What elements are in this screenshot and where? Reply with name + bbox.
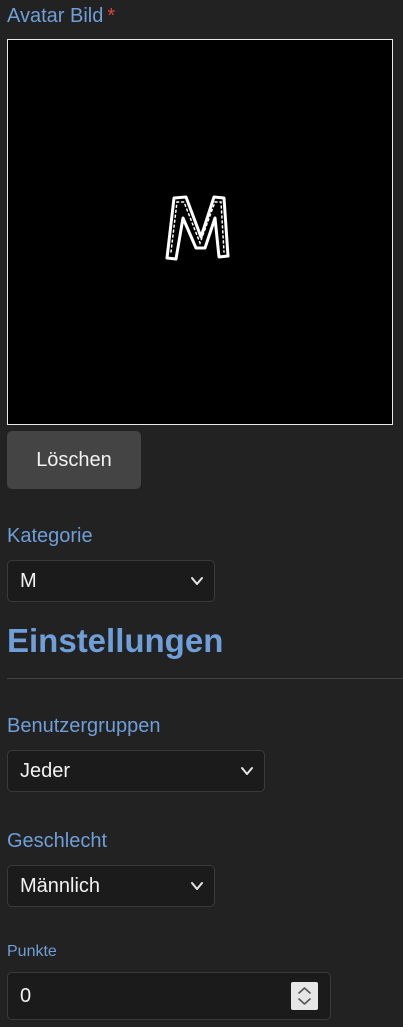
chevron-down-icon [191, 577, 203, 585]
punkte-label: Punkte [7, 943, 57, 960]
divider [7, 678, 403, 679]
chevron-down-icon [241, 767, 253, 775]
avatar-letter-image [165, 195, 230, 261]
spinner-control[interactable] [291, 982, 318, 1010]
delete-button[interactable]: Löschen [7, 431, 141, 489]
avatar-label: Avatar Bild * [7, 4, 115, 28]
geschlecht-select[interactable]: Männlich [7, 865, 215, 907]
geschlecht-value: Männlich [20, 875, 101, 897]
form-page: Avatar Bild * Löschen Kategorie M Einstel… [0, 0, 403, 1027]
kategorie-label: Kategorie [7, 525, 93, 547]
avatar-label-text: Avatar Bild [7, 5, 104, 27]
kategorie-value: M [20, 570, 37, 592]
settings-heading: Einstellungen [7, 622, 224, 659]
benutzergruppen-select[interactable]: Jeder [7, 750, 265, 792]
required-marker: * [107, 5, 116, 27]
kategorie-select[interactable]: M [7, 560, 215, 602]
punkte-number-input[interactable]: 0 [7, 972, 331, 1020]
punkte-value: 0 [20, 985, 32, 1007]
spinner-icon [298, 987, 311, 1005]
chevron-down-icon [191, 882, 203, 890]
benutzergruppen-value: Jeder [20, 760, 71, 782]
geschlecht-label: Geschlecht [7, 830, 108, 852]
avatar-image[interactable] [7, 39, 393, 425]
benutzergruppen-label: Benutzergruppen [7, 715, 161, 737]
